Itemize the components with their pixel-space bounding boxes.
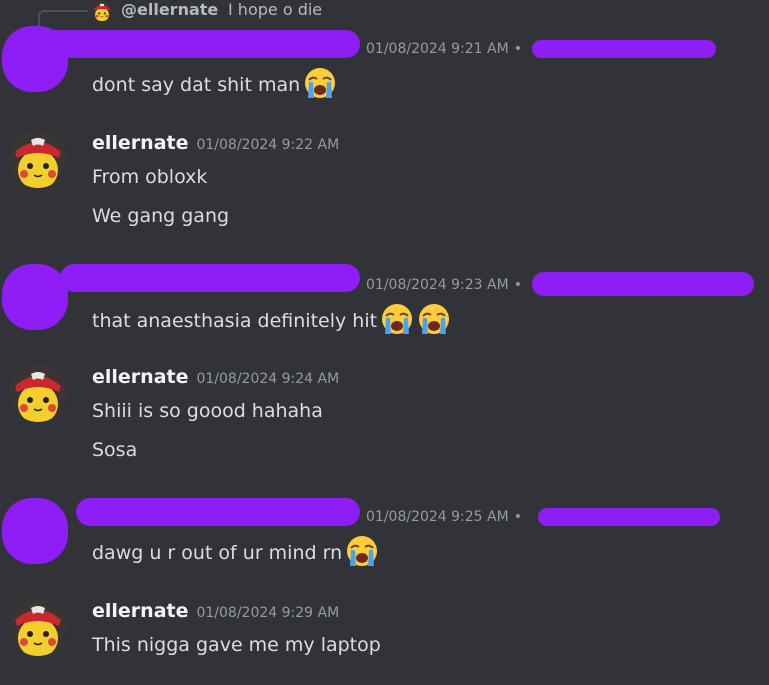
reply-text[interactable]: I hope o die	[228, 0, 322, 19]
separator-dot: •	[513, 41, 523, 57]
message-text: dawg u r out of ur mind rn	[92, 534, 379, 568]
reply-author[interactable]: @ellernate	[121, 0, 218, 19]
redacted-username	[40, 30, 360, 58]
redacted-status	[532, 40, 716, 58]
separator-dot: •	[513, 277, 523, 293]
redacted-status	[538, 508, 720, 526]
loudly-crying-face-icon	[346, 535, 379, 567]
username[interactable]: ellernate	[92, 600, 188, 622]
reply-avatar[interactable]	[92, 1, 112, 21]
message-text: Shiii is so goood hahaha	[92, 400, 323, 422]
message-text: that anaesthasia definitely hit	[92, 302, 451, 336]
message-text: From obloxk	[92, 166, 208, 188]
separator-dot: •	[513, 509, 523, 525]
username[interactable]: ellernate	[92, 366, 188, 388]
username[interactable]: ellernate	[92, 132, 188, 154]
redacted-avatar	[2, 498, 68, 564]
redacted-avatar	[2, 264, 68, 330]
loudly-crying-face-icon	[381, 303, 414, 335]
message-text: This nigga gave me my laptop	[92, 634, 381, 656]
loudly-crying-face-icon	[418, 303, 451, 335]
avatar[interactable]	[9, 130, 67, 188]
redacted-status	[532, 272, 754, 296]
message-text: dont say dat shit man	[92, 66, 337, 100]
timestamp: 01/08/2024 9:25 AM	[366, 509, 509, 525]
message-text: We gang gang	[92, 205, 230, 227]
loudly-crying-face-icon	[304, 67, 337, 99]
avatar[interactable]	[9, 364, 67, 422]
redacted-username	[60, 264, 360, 292]
timestamp: 01/08/2024 9:21 AM	[366, 41, 509, 57]
timestamp: 01/08/2024 9:24 AM	[196, 371, 340, 387]
timestamp: 01/08/2024 9:29 AM	[196, 605, 340, 621]
redacted-username	[76, 498, 360, 526]
avatar[interactable]	[9, 598, 67, 656]
message-text: Sosa	[92, 439, 138, 461]
timestamp: 01/08/2024 9:22 AM	[196, 137, 340, 153]
timestamp: 01/08/2024 9:23 AM	[366, 277, 509, 293]
